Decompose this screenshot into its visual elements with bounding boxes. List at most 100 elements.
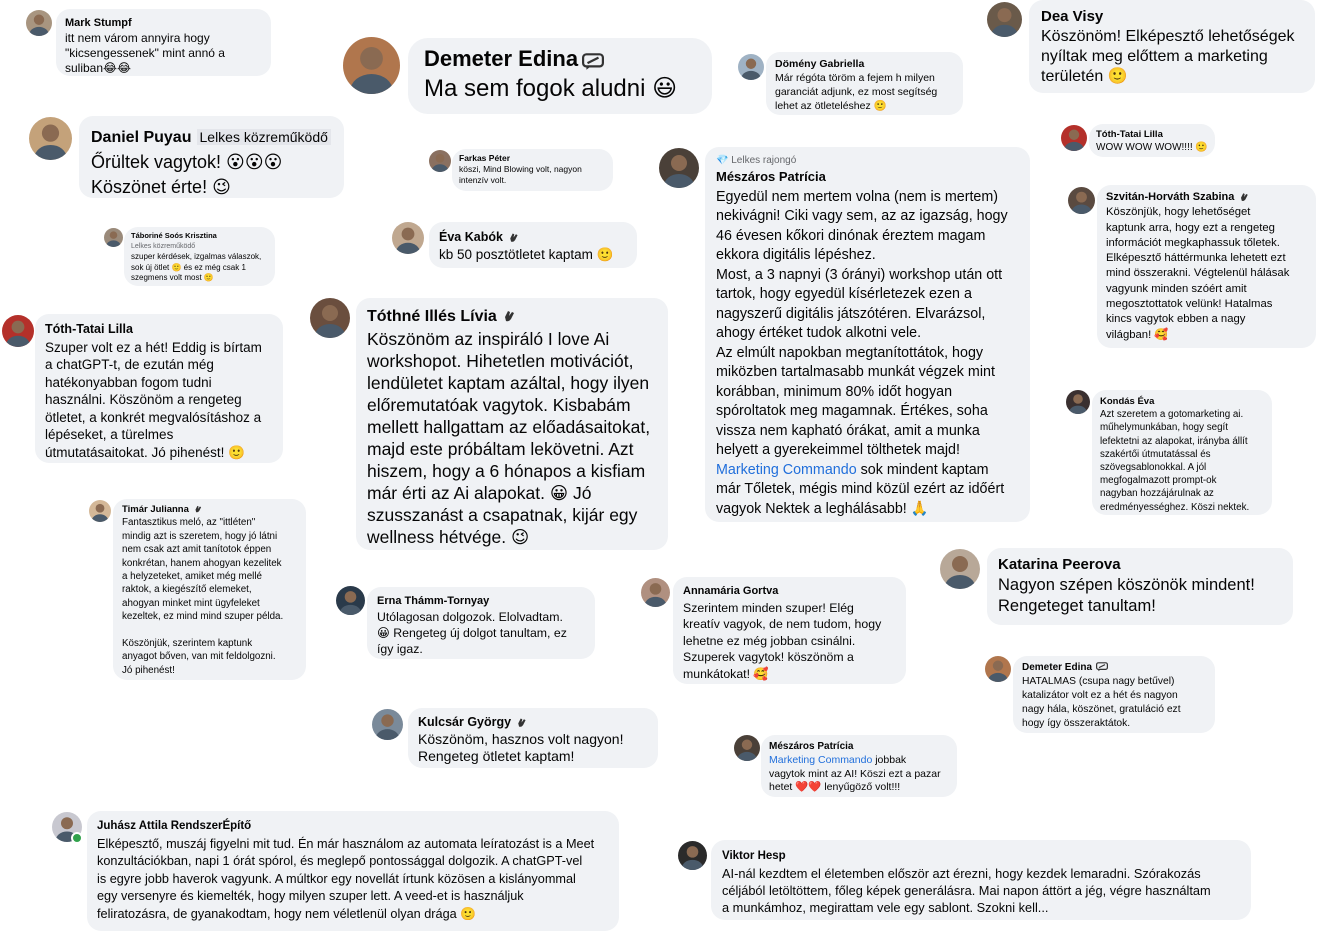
comment-bubble: Demeter Edina Ma sem fogok aludni 😃 bbox=[408, 38, 712, 114]
comment-bubble: Annamária Gortva Szerintem minden szuper… bbox=[673, 577, 906, 684]
commenter-name[interactable]: Timár Julianna bbox=[122, 504, 189, 515]
comment-text: Köszönöm az inspiráló I love Ai workshop… bbox=[367, 329, 651, 547]
comment-text: Utólagosan dolgozok. Elolvadtam. 😀 Renge… bbox=[377, 610, 567, 656]
commenter-name[interactable]: Tóthné Illés Lívia bbox=[367, 308, 497, 325]
comment-bubble: Tóth-Tatai Lilla WOW WOW WOW!!!! 🙂 bbox=[1089, 124, 1215, 157]
comment-text: Szuper volt ez a hét! Eddig is bírtam a … bbox=[45, 339, 262, 460]
comment-text: Köszönjük, hogy lehetőséget kaptunk arra… bbox=[1106, 206, 1290, 341]
comment-bubble: Tóth-Tatai Lilla Szuper volt ez a hét! E… bbox=[35, 314, 283, 463]
comment-bubble: Szvitán-Horváth Szabina Köszönjük, hogy … bbox=[1097, 185, 1316, 348]
avatar[interactable] bbox=[734, 735, 760, 761]
avatar[interactable] bbox=[336, 586, 365, 615]
commenter-name[interactable]: Erna Thámm-Tornyay bbox=[377, 595, 489, 607]
comment-text: Már régóta töröm a fejem h milyen garanc… bbox=[775, 72, 938, 112]
mention-link[interactable]: Marketing Commando bbox=[716, 462, 857, 478]
avatar[interactable] bbox=[343, 37, 400, 94]
avatar[interactable] bbox=[2, 315, 34, 347]
fan-role-label: 💎 Lelkes rajongó bbox=[716, 155, 797, 166]
comment-text: kb 50 posztötletet kaptam 🙂 bbox=[439, 247, 614, 262]
commenter-name[interactable]: Katarina Peerova bbox=[998, 556, 1121, 573]
comment-text: Nagyon szépen köszönök mindent! Rengeteg… bbox=[998, 576, 1255, 615]
avatar[interactable] bbox=[104, 228, 123, 247]
comment-text: köszi, Mind Blowing volt, nagyon intenzí… bbox=[459, 164, 582, 185]
commenter-name[interactable]: Demeter Edina bbox=[1022, 662, 1092, 673]
commenter-name[interactable]: Mészáros Patrícia bbox=[716, 169, 826, 184]
comment-text: HATALMAS (csupa nagy betűvel) katalizáto… bbox=[1022, 676, 1181, 729]
wave-icon bbox=[1238, 191, 1250, 203]
avatar[interactable] bbox=[392, 222, 424, 254]
avatar[interactable] bbox=[310, 298, 350, 338]
wave-icon bbox=[515, 716, 528, 729]
online-status-dot bbox=[71, 832, 83, 844]
comment-bubble: Dea Visy Köszönöm! Elképesztő lehetősége… bbox=[1029, 0, 1315, 93]
avatar[interactable] bbox=[987, 2, 1022, 37]
comment-text: Őrültek vagytok! 😮😮😮 Köszönet érte! 😉 bbox=[91, 152, 283, 197]
commenter-name[interactable]: Szvitán-Horváth Szabina bbox=[1106, 191, 1234, 203]
commenter-name[interactable]: Dömény Gabriella bbox=[775, 58, 864, 70]
commenter-name[interactable]: Mark Stumpf bbox=[65, 17, 132, 29]
comment-bubble: Tóthné Illés Lívia Köszönöm az inspiráló… bbox=[356, 298, 668, 550]
top-fan-badge-icon bbox=[1096, 662, 1108, 672]
comment-bubble: Farkas Péter köszi, Mind Blowing volt, n… bbox=[452, 149, 613, 191]
comment-text: Fantasztikus meló, az "itt​léten" mindig… bbox=[122, 517, 284, 676]
commenter-name[interactable]: Mészáros Patrícia bbox=[769, 741, 854, 752]
avatar[interactable] bbox=[429, 150, 451, 172]
avatar[interactable] bbox=[372, 709, 403, 740]
avatar[interactable] bbox=[940, 549, 980, 589]
commenter-name[interactable]: Annamária Gortva bbox=[683, 585, 778, 597]
contributor-badge: Lelkes közreműködő bbox=[196, 129, 331, 145]
commenter-name[interactable]: Viktor Hesp bbox=[722, 850, 786, 862]
avatar[interactable] bbox=[1068, 187, 1095, 214]
commenter-name[interactable]: Demeter Edina bbox=[424, 46, 578, 71]
comment-bubble: 💎 Lelkes rajongó Mészáros Patrícia Egyed… bbox=[705, 147, 1030, 522]
top-fan-badge-icon bbox=[582, 53, 604, 71]
comment-text: Szerintem minden szuper! Elég kreatív va… bbox=[683, 600, 882, 681]
contributor-badge: Lelkes közreműködő bbox=[131, 242, 196, 250]
comment-text: WOW WOW WOW!!!! 🙂 bbox=[1096, 142, 1208, 153]
comment-bubble: Juhász Attila RendszerÉpítő Elképesztő, … bbox=[87, 811, 619, 931]
avatar[interactable] bbox=[89, 500, 111, 522]
avatar[interactable] bbox=[29, 117, 72, 160]
avatar[interactable] bbox=[659, 148, 699, 188]
commenter-name[interactable]: Kulcsár György bbox=[418, 715, 511, 729]
comment-text: Egyedül nem mertem volna (nem is mertem)… bbox=[716, 188, 1008, 459]
avatar[interactable] bbox=[1066, 390, 1090, 414]
comment-bubble: Mészáros Patrícia Marketing Commando job… bbox=[761, 735, 957, 797]
commenter-name[interactable]: Tóth-Tatai Lilla bbox=[1096, 129, 1163, 140]
comment-bubble: Éva Kabók kb 50 posztötletet kaptam 🙂 bbox=[429, 222, 637, 268]
comment-bubble: Erna Thámm-Tornyay Utólagosan dolgozok. … bbox=[367, 587, 595, 659]
avatar[interactable] bbox=[678, 841, 707, 870]
commenter-name[interactable]: Farkas Péter bbox=[459, 153, 510, 163]
comment-text: szuper kérdések, izgalmas válaszok, sok … bbox=[131, 252, 262, 282]
comment-text: Köszönöm, hasznos volt nagyon! Rengeteg … bbox=[418, 731, 624, 764]
comment-bubble: Kulcsár György Köszönöm, hasznos volt na… bbox=[408, 708, 658, 768]
wave-icon bbox=[193, 504, 203, 514]
avatar[interactable] bbox=[26, 10, 52, 36]
wave-icon bbox=[507, 231, 520, 244]
commenter-name[interactable]: Táboriné Soós Krisztina bbox=[131, 231, 217, 240]
commenter-name[interactable]: Dea Visy bbox=[1041, 8, 1103, 25]
commenter-name[interactable]: Éva Kabók bbox=[439, 230, 503, 244]
comment-text: itt nem várom annyira hogy "kicsengessen… bbox=[65, 31, 225, 75]
comment-bubble: Timár Julianna Fantasztikus meló, az "it… bbox=[113, 499, 306, 680]
comment-bubble: Kondás Éva Azt szeretem a gotomarketing … bbox=[1092, 390, 1272, 515]
comment-bubble: Mark Stumpf itt nem várom annyira hogy "… bbox=[56, 9, 271, 76]
commenter-name[interactable]: Kondás Éva bbox=[1100, 396, 1154, 407]
wave-icon bbox=[501, 308, 517, 324]
comment-bubble: Dömény Gabriella Már régóta töröm a feje… bbox=[766, 52, 963, 115]
commenter-name[interactable]: Tóth-Tatai Lilla bbox=[45, 322, 133, 336]
mention-link[interactable]: Marketing Commando bbox=[769, 754, 872, 766]
comment-bubble: Viktor Hesp AI-nál kezdtem el életemben … bbox=[711, 840, 1251, 920]
avatar[interactable] bbox=[738, 54, 764, 80]
avatar[interactable] bbox=[985, 656, 1011, 682]
comment-text: Ma sem fogok aludni 😃 bbox=[424, 75, 678, 102]
avatar[interactable] bbox=[641, 578, 670, 607]
comment-text: Köszönöm! Elképesztő lehetőségek nyíltak… bbox=[1041, 28, 1295, 85]
commenter-name[interactable]: Juhász Attila RendszerÉpítő bbox=[97, 820, 251, 832]
comment-text: Elképesztő, muszáj figyelni mit tud. Én … bbox=[97, 836, 595, 921]
commenter-name[interactable]: Daniel Puyau bbox=[91, 129, 191, 146]
comment-bubble: Demeter Edina HATALMAS (csupa nagy betűv… bbox=[1013, 656, 1215, 733]
comment-bubble: Táboriné Soós Krisztina Lelkes közreműkö… bbox=[124, 227, 275, 286]
comment-text: AI-nál kezdtem el életemben először azt … bbox=[722, 866, 1211, 915]
avatar[interactable] bbox=[1061, 125, 1087, 151]
